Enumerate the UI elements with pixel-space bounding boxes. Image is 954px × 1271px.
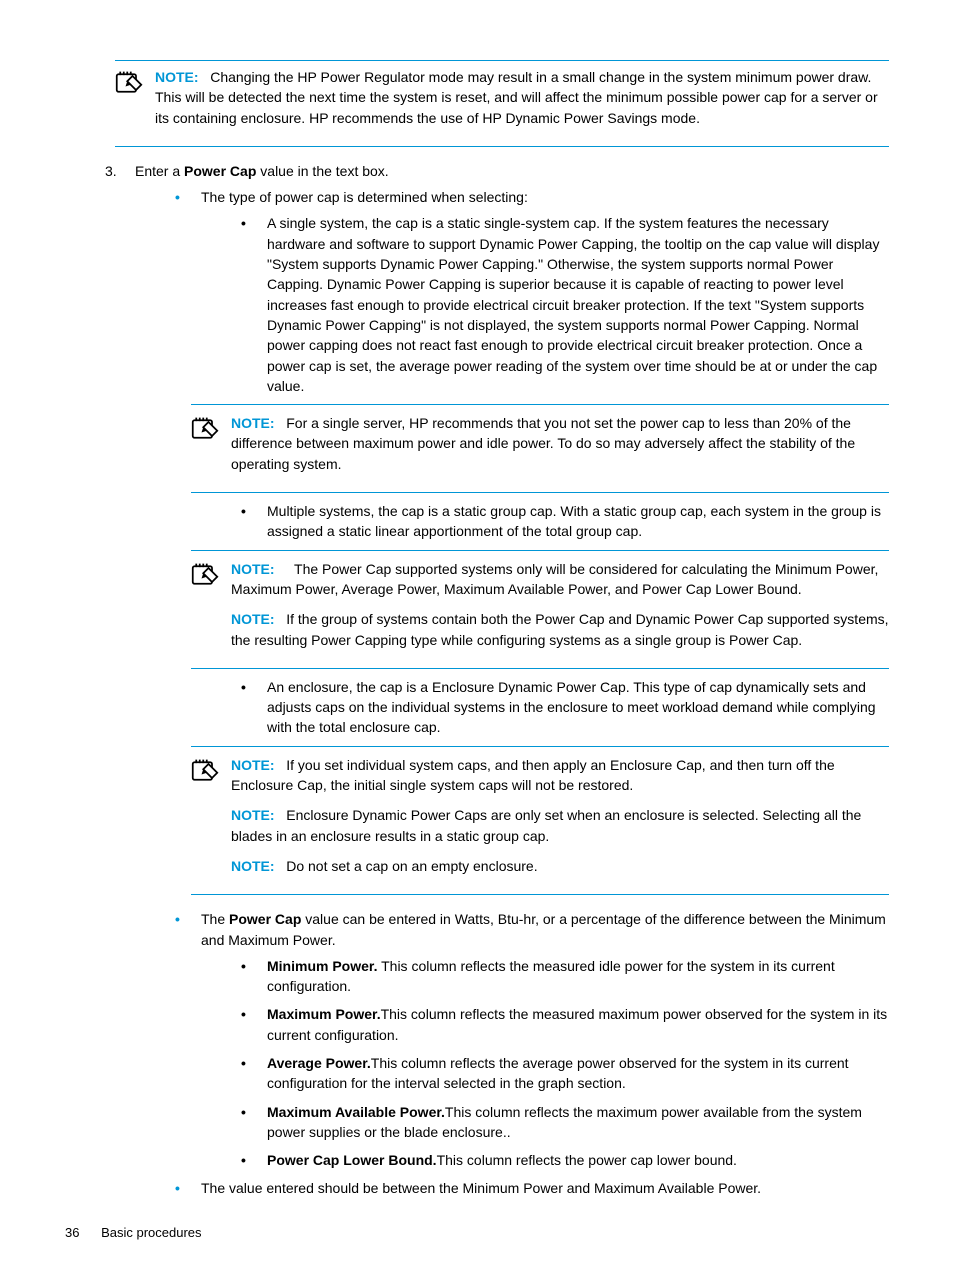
divider: [191, 492, 889, 493]
divider: [115, 60, 889, 61]
list-item: Maximum Power.This column reflects the m…: [231, 1004, 889, 1045]
note-pencil-icon: [191, 755, 231, 791]
definition-term: Average Power.: [267, 1055, 371, 1071]
sub-bullet-list: A single system, the cap is a static sin…: [201, 213, 889, 396]
page-footer: 36 Basic procedures: [65, 1224, 202, 1243]
document-page: NOTE: Changing the HP Power Regulator mo…: [0, 0, 954, 1271]
list-item: The type of power cap is determined when…: [165, 187, 889, 895]
note-text: For a single server, HP recommends that …: [231, 415, 855, 472]
note-block: NOTE: If you set individual system caps,…: [191, 755, 889, 886]
sub-bullet-list: An enclosure, the cap is a Enclosure Dyn…: [201, 677, 889, 738]
note-text: The Power Cap supported systems only wil…: [231, 561, 878, 597]
list-item: Average Power.This column reflects the a…: [231, 1053, 889, 1094]
definition-list: Minimum Power. This column reflects the …: [201, 956, 889, 1171]
note-body: NOTE: The Power Cap supported systems on…: [231, 559, 889, 660]
definition-term: Power Cap Lower Bound.: [267, 1152, 437, 1168]
note-box-3: NOTE: The Power Cap supported systems on…: [191, 550, 889, 669]
divider: [191, 746, 889, 747]
divider: [191, 894, 889, 895]
bullet-text: The value entered should be between the …: [201, 1180, 761, 1196]
note-text: If the group of systems contain both the…: [231, 611, 889, 647]
footer-section: Basic procedures: [101, 1225, 201, 1240]
note-block: NOTE: The Power Cap supported systems on…: [191, 559, 889, 660]
note-block: NOTE: For a single server, HP recommends…: [191, 413, 889, 484]
note-body: NOTE: Changing the HP Power Regulator mo…: [155, 67, 889, 138]
note-box-4: NOTE: If you set individual system caps,…: [191, 746, 889, 895]
bullet-text: A single system, the cap is a static sin…: [267, 215, 879, 393]
bullet-text: The Power Cap value can be entered in Wa…: [201, 911, 886, 947]
list-item: Minimum Power. This column reflects the …: [231, 956, 889, 997]
note-text: Changing the HP Power Regulator mode may…: [155, 69, 878, 126]
note-label: NOTE:: [231, 611, 275, 627]
bullet-text: Multiple systems, the cap is a static gr…: [267, 503, 881, 539]
divider: [191, 668, 889, 669]
note-label: NOTE:: [231, 807, 275, 823]
divider: [115, 146, 889, 147]
definition-term: Maximum Power.: [267, 1006, 381, 1022]
definition-term: Minimum Power.: [267, 958, 377, 974]
definition-desc: This column reflects the power cap lower…: [437, 1152, 737, 1168]
note-body: NOTE: For a single server, HP recommends…: [231, 413, 889, 484]
divider: [191, 550, 889, 551]
list-item: A single system, the cap is a static sin…: [231, 213, 889, 396]
sub-bullet-list: Multiple systems, the cap is a static gr…: [201, 501, 889, 542]
note-pencil-icon: [191, 413, 231, 449]
page-number: 36: [65, 1225, 79, 1240]
note-text: If you set individual system caps, and t…: [231, 757, 835, 793]
note-label: NOTE:: [231, 561, 275, 577]
bullet-text: The type of power cap is determined when…: [201, 189, 528, 205]
note-label: NOTE:: [231, 757, 275, 773]
note-text: Enclosure Dynamic Power Caps are only se…: [231, 807, 861, 843]
note-label: NOTE:: [155, 69, 199, 85]
note-body: NOTE: If you set individual system caps,…: [231, 755, 889, 886]
divider: [191, 404, 889, 405]
bullet-list: The type of power cap is determined when…: [135, 187, 889, 1199]
note-text: Do not set a cap on an empty enclosure.: [286, 858, 537, 874]
note-box-1: NOTE: Changing the HP Power Regulator mo…: [115, 60, 889, 147]
list-item: Power Cap Lower Bound.This column reflec…: [231, 1150, 889, 1170]
note-label: NOTE:: [231, 415, 275, 431]
list-item: Multiple systems, the cap is a static gr…: [231, 501, 889, 542]
list-item: The value entered should be between the …: [165, 1178, 889, 1198]
note-pencil-icon: [115, 67, 155, 103]
note-label: NOTE:: [231, 858, 275, 874]
bullet-text: An enclosure, the cap is a Enclosure Dyn…: [267, 679, 876, 736]
note-pencil-icon: [191, 559, 231, 595]
list-item: Maximum Available Power.This column refl…: [231, 1102, 889, 1143]
step-3: Enter a Power Cap value in the text box.…: [105, 161, 889, 1199]
ordered-list: Enter a Power Cap value in the text box.…: [65, 161, 889, 1199]
note-block: NOTE: Changing the HP Power Regulator mo…: [115, 67, 889, 138]
definition-term: Maximum Available Power.: [267, 1104, 445, 1120]
note-box-2: NOTE: For a single server, HP recommends…: [191, 404, 889, 493]
list-item: An enclosure, the cap is a Enclosure Dyn…: [231, 677, 889, 738]
step-text: Enter a Power Cap value in the text box.: [135, 163, 389, 179]
list-item: The Power Cap value can be entered in Wa…: [165, 909, 889, 1170]
